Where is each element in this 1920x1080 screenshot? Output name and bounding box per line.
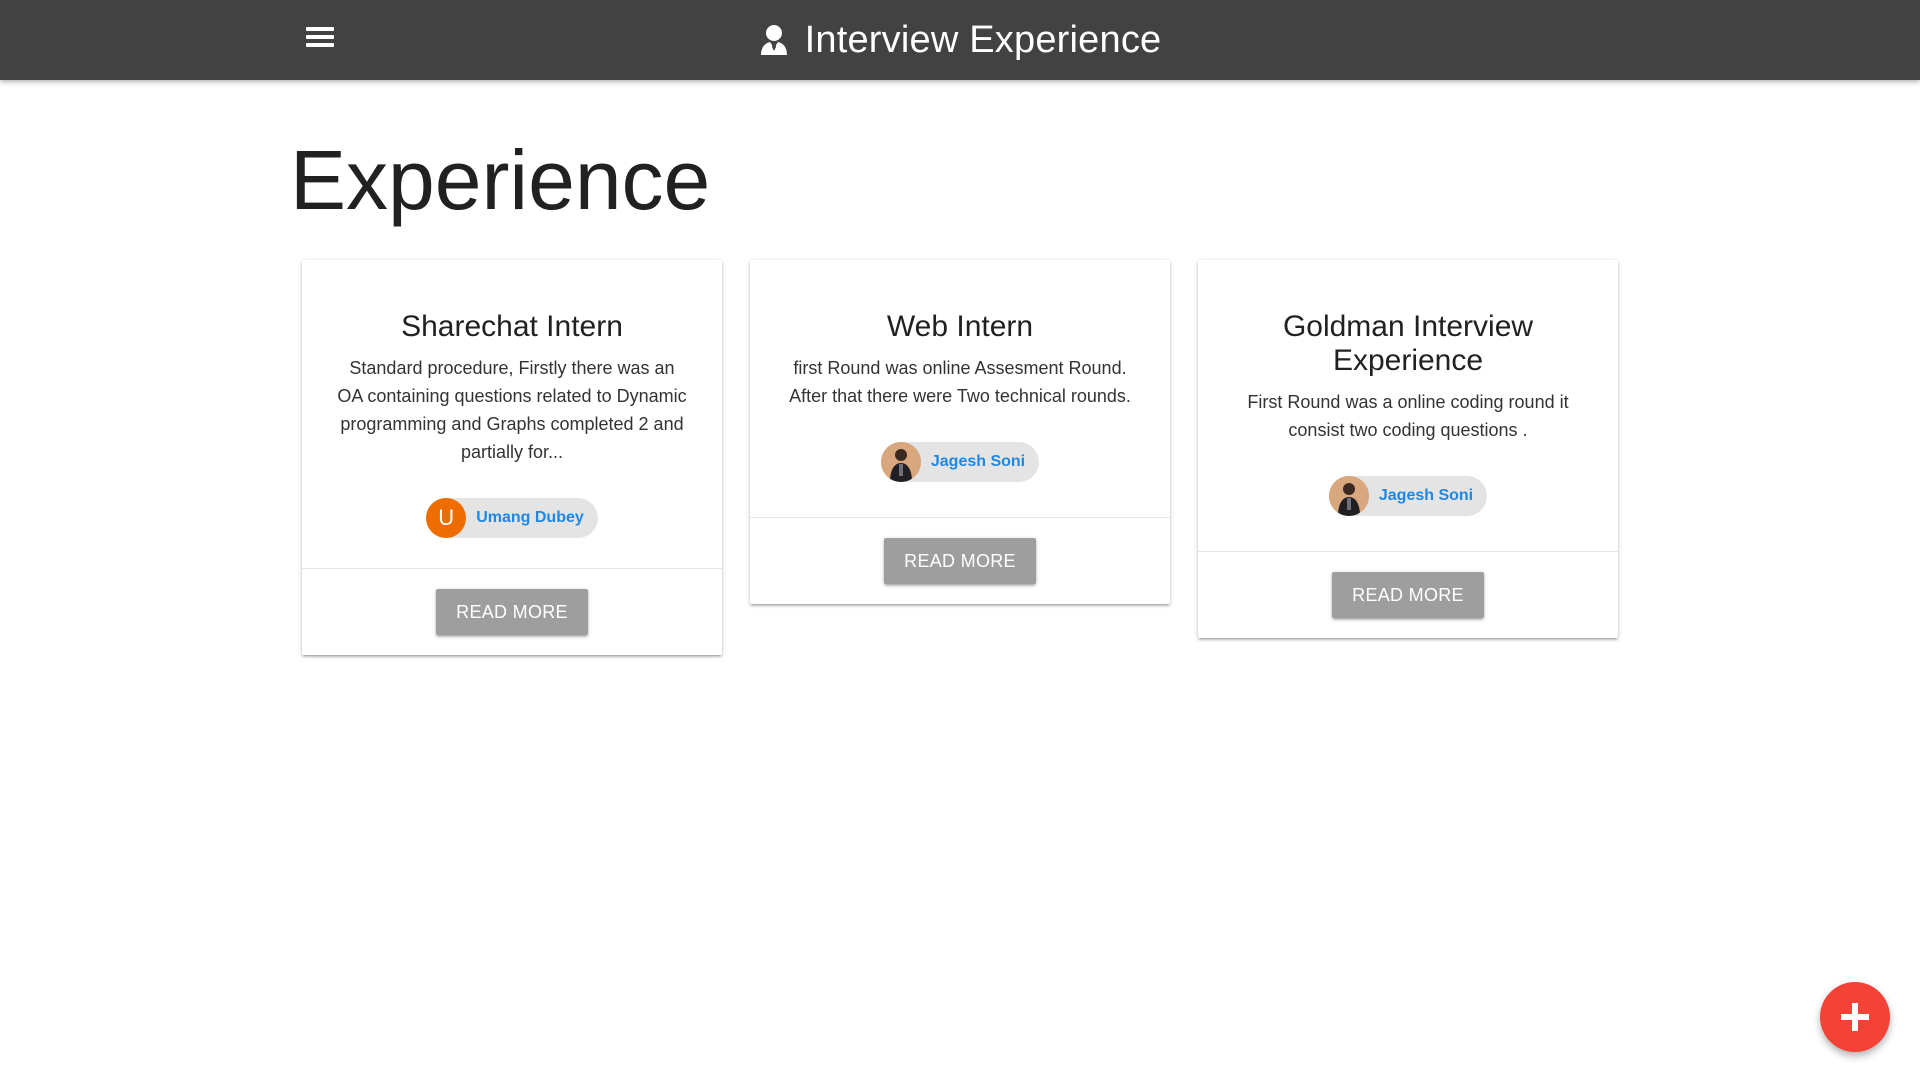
avatar [1328, 476, 1369, 516]
card-content: Sharechat Intern Standard procedure, Fir… [302, 260, 722, 568]
person-photo-icon [1328, 476, 1369, 516]
add-experience-button[interactable] [1820, 982, 1890, 1052]
card-title: Web Intern [886, 310, 1034, 343]
app-title: Interview Experience [804, 18, 1162, 61]
read-more-button[interactable]: READ MORE [436, 589, 588, 635]
hamburger-menu-icon[interactable] [306, 24, 336, 56]
card-content: Goldman Interview Experience First Round… [1198, 260, 1618, 551]
card-action: READ MORE [302, 568, 722, 655]
card-summary: first Round was online Assesment Round. … [789, 358, 1131, 406]
card-action: READ MORE [750, 517, 1170, 604]
page-title: Experience [290, 133, 711, 227]
author-name: Umang Dubey [476, 509, 584, 526]
card-title: Goldman Interview Experience [1282, 310, 1534, 377]
card-content: Web Intern first Round was online Assesm… [750, 260, 1170, 517]
plus-icon [1841, 1003, 1869, 1031]
brand-link[interactable]: Interview Experience [759, 19, 1162, 62]
card-summary: First Round was a online coding round it… [1247, 392, 1569, 440]
brand: Interview Experience [0, 0, 1920, 80]
card-summary: Standard procedure, Firstly there was an… [337, 358, 687, 462]
author-name: Jagesh Soni [930, 453, 1026, 470]
author-name: Jagesh Soni [1378, 487, 1474, 504]
experience-card: Web Intern first Round was online Assesm… [750, 260, 1170, 604]
author-chip[interactable]: U Umang Dubey [426, 498, 598, 538]
avatar: U [426, 498, 467, 538]
avatar [880, 442, 921, 482]
user-tie-icon [760, 25, 787, 55]
author-chip[interactable]: Jagesh Soni [880, 442, 1040, 482]
top-navbar: Interview Experience [0, 0, 1920, 80]
read-more-button[interactable]: READ MORE [884, 538, 1036, 584]
author-chip[interactable]: Jagesh Soni [1328, 476, 1488, 516]
experience-card: Sharechat Intern Standard procedure, Fir… [302, 260, 722, 655]
person-photo-icon [880, 442, 921, 482]
card-title: Sharechat Intern [401, 310, 623, 343]
card-action: READ MORE [1198, 551, 1618, 638]
experience-card: Goldman Interview Experience First Round… [1198, 260, 1618, 638]
read-more-button[interactable]: READ MORE [1332, 572, 1484, 618]
